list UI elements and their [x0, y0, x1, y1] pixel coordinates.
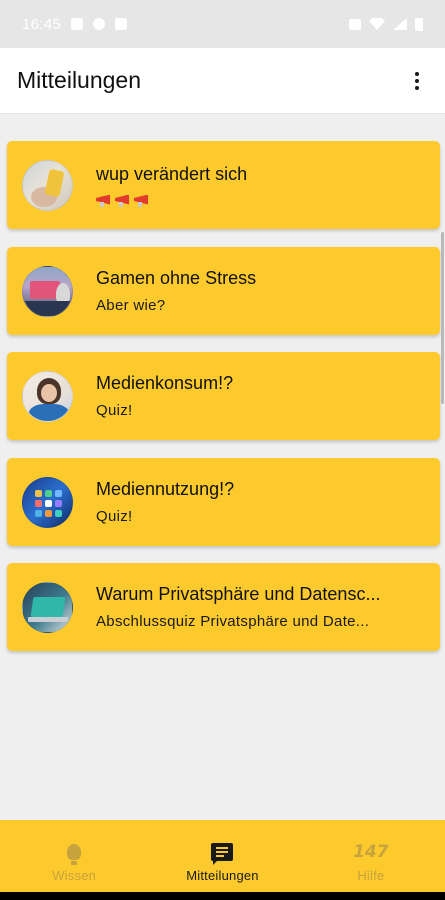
system-nav-bar — [0, 892, 445, 900]
message-title: Mediennutzung!? — [96, 479, 235, 499]
bottom-nav: Wissen Mitteilungen 147 Hilfe — [0, 820, 445, 900]
shirt-shape — [29, 403, 69, 421]
app-tile — [55, 499, 62, 507]
message-subtitle-emoji — [96, 193, 426, 207]
more-vert-icon[interactable] — [405, 66, 429, 96]
message-card[interactable]: Gamen ohne Stress Aber wie? — [7, 247, 440, 335]
phone-shape — [44, 168, 65, 197]
message-title: Gamen ohne Stress — [96, 268, 257, 288]
message-card[interactable]: wup verändert sich — [7, 141, 440, 229]
message-title: wup verändert sich — [96, 163, 248, 184]
147-icon: 147 — [353, 840, 389, 864]
messenger-icon — [93, 18, 106, 30]
scrollbar[interactable] — [441, 232, 444, 404]
message-texts: Gamen ohne Stress Aber wie? — [96, 268, 426, 314]
megaphone-icon — [96, 193, 113, 207]
signal-icon — [393, 18, 407, 30]
app-tile — [35, 509, 42, 517]
megaphone-icon — [115, 193, 132, 207]
message-texts: wup verändert sich — [96, 164, 426, 207]
app-tile — [35, 489, 42, 497]
menu-dot — [415, 78, 419, 83]
message-texts: Mediennutzung!? Quiz! — [96, 479, 426, 525]
message-texts: Warum Privatsphäre und Datensc... Abschl… — [96, 584, 426, 630]
message-subtitle: Quiz! — [96, 508, 133, 525]
status-bar: 16:45 — [0, 0, 445, 48]
laptop-base-shape — [28, 616, 68, 622]
app-tile — [55, 489, 62, 497]
app-bar: Mitteilungen — [0, 48, 445, 114]
message-avatar — [22, 581, 73, 633]
mute-icon — [349, 18, 361, 30]
desk-shape — [23, 300, 72, 316]
message-card[interactable]: Mediennutzung!? Quiz! — [7, 458, 440, 546]
app-tile — [35, 499, 42, 507]
menu-dot — [415, 71, 419, 76]
app-tile — [55, 509, 62, 517]
message-avatar — [22, 476, 73, 528]
message-subtitle: Quiz! — [96, 402, 133, 419]
battery-icon — [415, 17, 423, 31]
message-avatar — [22, 159, 73, 211]
menu-dot — [415, 85, 419, 90]
status-time: 16:45 — [22, 15, 62, 33]
nav-label: Wissen — [52, 868, 97, 883]
message-title: Medienkonsum!? — [96, 373, 234, 393]
nav-item-hilfe[interactable]: 147 Hilfe — [297, 820, 445, 900]
nav-item-mitteilungen[interactable]: Mitteilungen — [148, 820, 296, 900]
message-avatar — [22, 265, 73, 317]
status-right — [349, 17, 423, 31]
nav-label: Hilfe — [357, 868, 385, 883]
wifi-icon — [369, 18, 385, 30]
chat-icon — [211, 840, 234, 865]
message-title: Warum Privatsphäre und Datensc... — [96, 584, 381, 604]
app-tile — [45, 509, 52, 517]
megaphone-icon — [134, 193, 151, 207]
cast-icon — [115, 18, 128, 30]
hilfe-icon-text: 147 — [353, 842, 389, 862]
image-icon — [71, 18, 84, 30]
nav-label: Mitteilungen — [186, 868, 259, 883]
app-tile — [45, 489, 52, 497]
face-shape — [41, 383, 57, 402]
nav-item-wissen[interactable]: Wissen — [0, 820, 148, 900]
message-texts: Medienkonsum!? Quiz! — [96, 373, 426, 419]
message-subtitle: Aber wie? — [96, 297, 166, 314]
message-card[interactable]: Medienkonsum!? Quiz! — [7, 352, 440, 440]
message-card[interactable]: Warum Privatsphäre und Datensc... Abschl… — [7, 563, 440, 651]
page-title: Mitteilungen — [17, 67, 142, 93]
laptop-screen-shape — [30, 596, 66, 617]
app-tile — [45, 499, 52, 507]
lightbulb-icon — [67, 840, 82, 865]
status-left: 16:45 — [22, 15, 128, 33]
message-avatar — [22, 370, 73, 422]
message-subtitle: Abschlussquiz Privatsphäre und Date... — [96, 613, 370, 630]
